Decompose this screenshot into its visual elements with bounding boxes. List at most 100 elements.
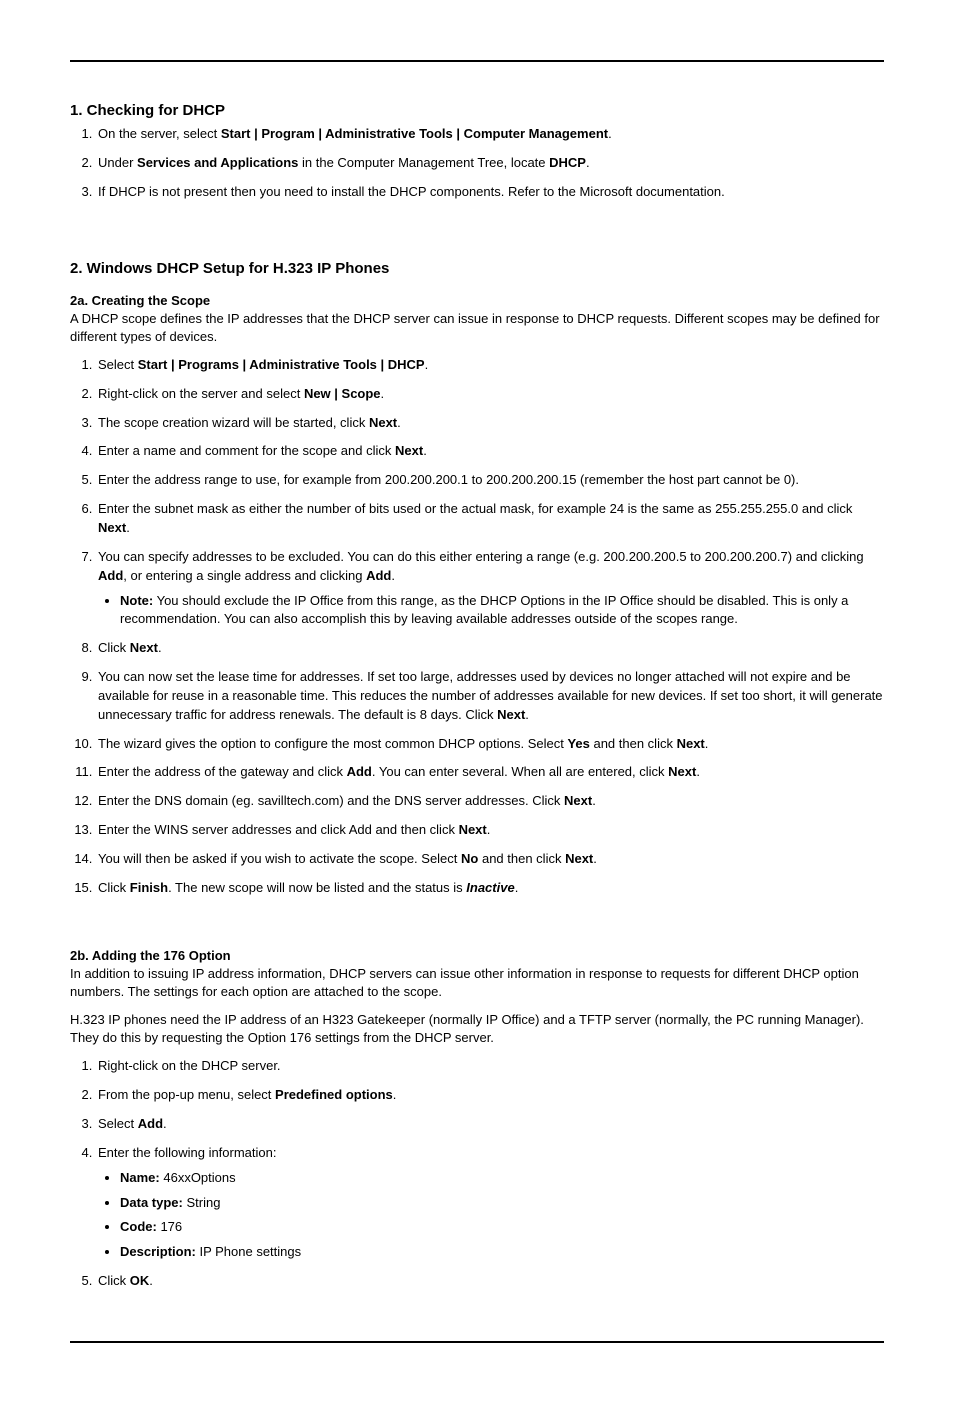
- bold-text: Next: [565, 851, 593, 866]
- bold-text: Name:: [120, 1170, 160, 1185]
- list-item: Enter the DNS domain (eg. savilltech.com…: [96, 792, 884, 811]
- bold-text: Next: [497, 707, 525, 722]
- text: String: [183, 1195, 221, 1210]
- bold-text: OK: [130, 1273, 150, 1288]
- info-item: Data type: String: [120, 1194, 884, 1213]
- bold-text: Predefined options: [275, 1087, 393, 1102]
- text: IP Phone settings: [196, 1244, 301, 1259]
- list-item: On the server, select Start | Program | …: [96, 125, 884, 144]
- text: .: [425, 357, 429, 372]
- note-list: Note: You should exclude the IP Office f…: [120, 592, 884, 630]
- bold-text: Description:: [120, 1244, 196, 1259]
- text: Enter the address of the gateway and cli…: [98, 764, 347, 779]
- text: .: [423, 443, 427, 458]
- list-item: The scope creation wizard will be starte…: [96, 414, 884, 433]
- bold-text: Code:: [120, 1219, 157, 1234]
- list-item: Click Finish. The new scope will now be …: [96, 879, 884, 898]
- text: in the Computer Management Tree, locate: [298, 155, 549, 170]
- text: .: [586, 155, 590, 170]
- text: .: [391, 568, 395, 583]
- list-item: From the pop-up menu, select Predefined …: [96, 1086, 884, 1105]
- text: Enter the WINS server addresses and clic…: [98, 822, 459, 837]
- bold-text: Add: [98, 568, 123, 583]
- section-2b-list: Right-click on the DHCP server. From the…: [96, 1057, 884, 1291]
- text: .: [393, 1087, 397, 1102]
- text: Enter the subnet mask as either the numb…: [98, 501, 852, 516]
- text: .: [525, 707, 529, 722]
- list-item: If DHCP is not present then you need to …: [96, 183, 884, 202]
- list-item: The wizard gives the option to configure…: [96, 735, 884, 754]
- text: .: [592, 793, 596, 808]
- text: .: [397, 415, 401, 430]
- bold-text: Next: [130, 640, 158, 655]
- bold-text: New | Scope: [304, 386, 381, 401]
- bold-text: Add: [347, 764, 372, 779]
- list-item: You can now set the lease time for addre…: [96, 668, 884, 725]
- text: 46xxOptions: [160, 1170, 236, 1185]
- text: .: [608, 126, 612, 141]
- text: Under: [98, 155, 137, 170]
- text: .: [515, 880, 519, 895]
- list-item: Click OK.: [96, 1272, 884, 1291]
- bold-text: Data type:: [120, 1195, 183, 1210]
- text: Enter a name and comment for the scope a…: [98, 443, 395, 458]
- section-1-list: On the server, select Start | Program | …: [96, 125, 884, 202]
- text: Select: [98, 1116, 138, 1131]
- section-2b-intro2: H.323 IP phones need the IP address of a…: [70, 1011, 884, 1047]
- bold-text: Yes: [567, 736, 589, 751]
- text: .: [149, 1273, 153, 1288]
- text: .: [126, 520, 130, 535]
- text: You can specify addresses to be excluded…: [98, 549, 864, 564]
- list-item: Click Next.: [96, 639, 884, 658]
- text: You will then be asked if you wish to ac…: [98, 851, 461, 866]
- text: Enter the address range to use, for exam…: [98, 472, 799, 487]
- text: and then click: [590, 736, 677, 751]
- text: Enter the DNS domain (eg. savilltech.com…: [98, 793, 564, 808]
- bold-text: Next: [668, 764, 696, 779]
- info-item: Code: 176: [120, 1218, 884, 1237]
- list-item: Enter the subnet mask as either the numb…: [96, 500, 884, 538]
- text: . You can enter several. When all are en…: [372, 764, 668, 779]
- list-item: Right-click on the server and select New…: [96, 385, 884, 404]
- list-item: Enter the address range to use, for exam…: [96, 471, 884, 490]
- list-item: Enter the address of the gateway and cli…: [96, 763, 884, 782]
- text: Right-click on the DHCP server.: [98, 1058, 281, 1073]
- text: .: [381, 386, 385, 401]
- text: .: [696, 764, 700, 779]
- bold-text: Start | Programs | Administrative Tools …: [138, 357, 425, 372]
- bold-text: Finish: [130, 880, 168, 895]
- text: Right-click on the server and select: [98, 386, 304, 401]
- bold-text: No: [461, 851, 478, 866]
- info-item: Name: 46xxOptions: [120, 1169, 884, 1188]
- bold-text: DHCP: [549, 155, 586, 170]
- list-item: Enter the WINS server addresses and clic…: [96, 821, 884, 840]
- bold-italic-text: Inactive: [466, 880, 514, 895]
- list-item: Right-click on the DHCP server.: [96, 1057, 884, 1076]
- bold-text: Next: [98, 520, 126, 535]
- text: and then click: [478, 851, 565, 866]
- bold-text: Next: [677, 736, 705, 751]
- list-item: Under Services and Applications in the C…: [96, 154, 884, 173]
- note-item: Note: You should exclude the IP Office f…: [120, 592, 884, 630]
- text: Click: [98, 1273, 130, 1288]
- bold-text: Next: [564, 793, 592, 808]
- section-2a-intro: A DHCP scope defines the IP addresses th…: [70, 310, 884, 346]
- bold-text: Start | Program | Administrative Tools |…: [221, 126, 608, 141]
- text: You should exclude the IP Office from th…: [120, 593, 848, 627]
- text: .: [163, 1116, 167, 1131]
- info-item: Description: IP Phone settings: [120, 1243, 884, 1262]
- bold-text: Services and Applications: [137, 155, 298, 170]
- text: .: [705, 736, 709, 751]
- text: If DHCP is not present then you need to …: [98, 184, 725, 199]
- bold-text: Next: [459, 822, 487, 837]
- list-item: You will then be asked if you wish to ac…: [96, 850, 884, 869]
- text: You can now set the lease time for addre…: [98, 669, 883, 722]
- list-item: Select Add.: [96, 1115, 884, 1134]
- bold-text: Add: [138, 1116, 163, 1131]
- text: . The new scope will now be listed and t…: [168, 880, 466, 895]
- list-item: Enter the following information: Name: 4…: [96, 1144, 884, 1262]
- text: Select: [98, 357, 138, 372]
- text: Enter the following information:: [98, 1145, 276, 1160]
- bottom-divider: [70, 1341, 884, 1343]
- text: .: [593, 851, 597, 866]
